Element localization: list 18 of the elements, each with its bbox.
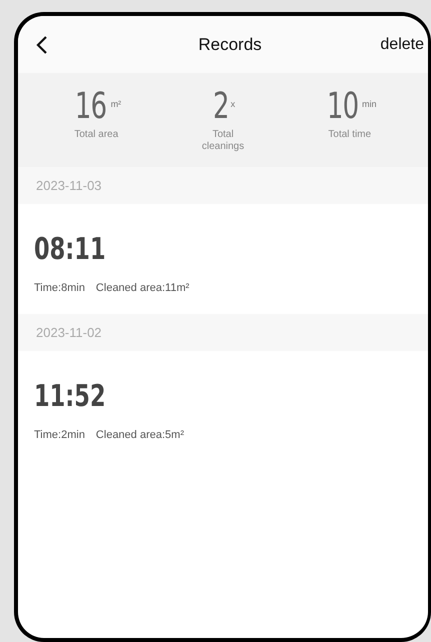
stat-label: Total time (327, 129, 372, 141)
stat-value: 2 (212, 87, 229, 127)
record-time: 08:11 (34, 232, 106, 268)
stat-unit: min (362, 99, 377, 109)
stat-value: 16 (75, 87, 107, 127)
stat-label: Total cleanings (200, 129, 246, 153)
record-details: Time:2min Cleaned area:5m² (34, 429, 185, 441)
record-details: Time:8min Cleaned area:11m² (34, 282, 190, 294)
record-time: 11:52 (34, 379, 106, 415)
stat-value: 10 (326, 87, 358, 127)
page-title: Records (198, 34, 262, 54)
stat-label: Total area (73, 129, 120, 141)
delete-button[interactable]: delete (380, 36, 424, 54)
back-icon (36, 34, 48, 54)
stat-unit: x (230, 99, 236, 109)
date-header: 2023-11-03 (18, 167, 428, 204)
stat-unit: m² (110, 99, 122, 109)
date-header: 2023-11-02 (18, 314, 428, 351)
